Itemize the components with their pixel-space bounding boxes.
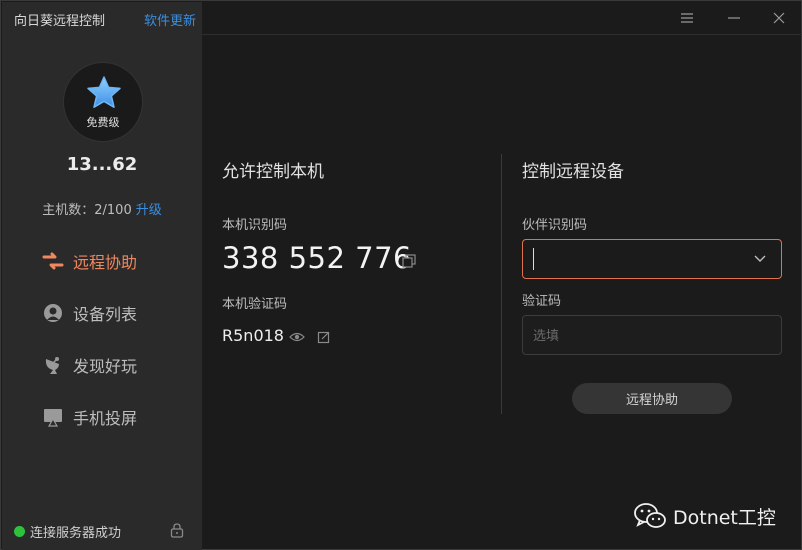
partner-id-label: 伙伴识别码 xyxy=(522,218,588,233)
host-count: 主机数：2/100 升级 xyxy=(2,199,202,218)
watermark-text: Dotnet工控 xyxy=(673,506,776,529)
discover-icon xyxy=(42,354,64,376)
wechat-icon xyxy=(634,503,666,528)
close-icon[interactable] xyxy=(770,9,788,27)
star-icon xyxy=(87,76,121,108)
remote-assist-button[interactable]: 远程协助 xyxy=(572,383,732,414)
remote-section-title: 控制远程设备 xyxy=(522,162,624,182)
sidebar: 向日葵远程控制 软件更新 免费级 13...62 主机数：2/100 升级 远程… xyxy=(2,2,202,550)
app-title: 向日葵远程控制 xyxy=(14,14,106,29)
upgrade-link[interactable]: 升级 xyxy=(136,203,162,218)
sidebar-item-remote-assist[interactable]: 远程协助 xyxy=(42,246,192,276)
local-id-label: 本机识别码 xyxy=(222,218,288,233)
sidebar-item-label: 手机投屏 xyxy=(73,409,138,428)
pane-divider xyxy=(501,154,502,414)
avatar[interactable]: 免费级 xyxy=(63,62,143,142)
sidebar-item-discover[interactable]: 发现好玩 xyxy=(42,350,192,380)
watermark: Dotnet工控 xyxy=(633,501,776,531)
verify-code-input[interactable] xyxy=(533,325,763,345)
local-section-title: 允许控制本机 xyxy=(222,162,324,182)
sidebar-item-screen-cast[interactable]: 手机投屏 xyxy=(42,402,192,432)
edit-icon[interactable] xyxy=(316,329,332,345)
chevron-down-icon[interactable] xyxy=(753,253,767,265)
eye-icon[interactable] xyxy=(289,329,305,345)
copy-icon[interactable] xyxy=(401,253,417,269)
sidebar-item-label: 远程协助 xyxy=(73,253,138,272)
connection-status-text: 连接服务器成功 xyxy=(30,526,122,541)
menu-icon[interactable] xyxy=(678,9,696,27)
minimize-icon[interactable] xyxy=(725,9,743,27)
verify-code-field[interactable] xyxy=(522,315,782,355)
remote-assist-icon xyxy=(42,250,64,272)
local-code-label: 本机验证码 xyxy=(222,297,288,312)
device-list-icon xyxy=(42,302,64,324)
verify-code-label: 验证码 xyxy=(522,294,562,309)
account-id: 13...62 xyxy=(66,154,138,175)
tier-label: 免费级 xyxy=(86,116,120,129)
lock-icon[interactable] xyxy=(170,522,184,538)
online-dot-icon xyxy=(14,526,25,537)
local-id-value: 338 552 776 xyxy=(222,241,412,275)
title-bar-divider xyxy=(202,34,802,35)
sidebar-item-device-list[interactable]: 设备列表 xyxy=(42,298,192,328)
connection-status: 连接服务器成功 xyxy=(14,522,121,541)
partner-id-combobox[interactable] xyxy=(522,239,782,279)
partner-id-input[interactable] xyxy=(533,248,733,270)
app-window: 向日葵远程控制 软件更新 免费级 13...62 主机数：2/100 升级 远程… xyxy=(0,0,802,550)
host-count-label: 主机数：2/100 xyxy=(42,203,132,218)
software-update-link[interactable]: 软件更新 xyxy=(144,10,196,29)
local-code-value: R5n018 xyxy=(222,326,284,345)
screen-cast-icon xyxy=(42,406,64,428)
sidebar-item-label: 设备列表 xyxy=(73,305,138,324)
sidebar-item-label: 发现好玩 xyxy=(73,357,138,376)
